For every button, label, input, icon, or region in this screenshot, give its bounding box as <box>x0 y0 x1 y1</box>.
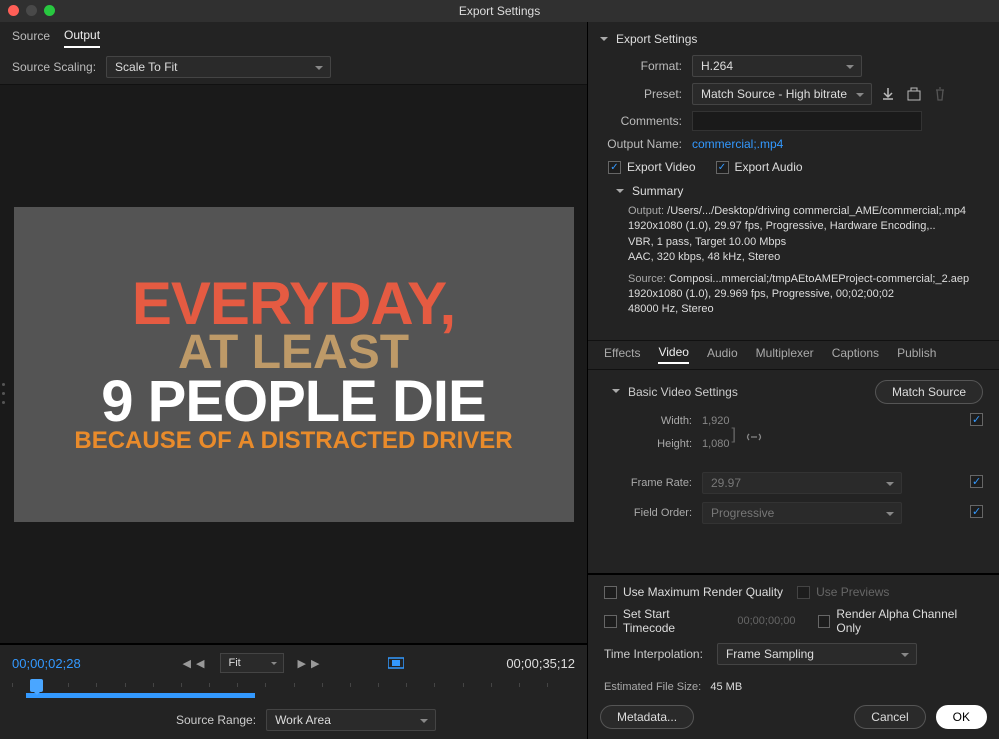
export-video-checkbox[interactable]: Export Video <box>608 160 696 174</box>
window-titlebar: Export Settings <box>0 0 999 22</box>
start-timecode-value: 00;00;00;00 <box>737 615 795 627</box>
preview-text-line3: 9 PEOPLE DIE <box>74 375 512 428</box>
maximize-window-button[interactable] <box>44 5 55 16</box>
source-scaling-dropdown[interactable]: Scale To Fit <box>106 56 331 78</box>
window-controls <box>8 5 55 16</box>
zoom-fit-dropdown[interactable]: Fit <box>220 653 284 673</box>
summary-output-line1: /Users/.../Desktop/driving commercial_AM… <box>667 205 966 217</box>
timeline-panel: 00;00;02;28 ◀ ◀ Fit ▶ ▶ 00;00;35;12 <box>0 643 587 739</box>
video-preview-frame: EVERYDAY, AT LEAST 9 PEOPLE DIE BECAUSE … <box>14 207 574 522</box>
summary-source-label: Source: <box>628 273 666 285</box>
basic-video-settings-label: Basic Video Settings <box>628 385 738 399</box>
aspect-ratio-icon[interactable] <box>388 655 404 671</box>
tab-publish[interactable]: Publish <box>897 346 936 363</box>
source-range-dropdown[interactable]: Work Area <box>266 709 436 731</box>
format-label: Format: <box>600 59 692 73</box>
preview-area: EVERYDAY, AT LEAST 9 PEOPLE DIE BECAUSE … <box>0 85 587 643</box>
tab-audio[interactable]: Audio <box>707 346 738 363</box>
frame-rate-match-checkbox[interactable] <box>970 475 983 491</box>
field-order-dropdown[interactable]: Progressive <box>702 502 902 524</box>
tab-captions[interactable]: Captions <box>832 346 879 363</box>
summary-output-line2: 1920x1080 (1.0), 29.97 fps, Progressive,… <box>628 220 936 232</box>
metadata-button[interactable]: Metadata... <box>600 705 694 729</box>
set-start-timecode-checkbox[interactable]: Set Start Timecode <box>604 607 723 635</box>
output-name-link[interactable]: commercial;.mp4 <box>692 137 783 151</box>
height-label: Height: <box>606 438 702 450</box>
summary-header[interactable]: Summary <box>588 180 999 200</box>
duration-timecode: 00;00;35;12 <box>506 656 575 671</box>
minimize-window-button <box>26 5 37 16</box>
delete-preset-icon <box>932 86 948 102</box>
tab-video[interactable]: Video <box>658 345 688 364</box>
preview-text-line1: EVERYDAY, <box>74 276 512 331</box>
import-preset-icon[interactable] <box>906 86 922 102</box>
playhead[interactable] <box>30 679 43 692</box>
field-order-label: Field Order: <box>606 507 702 519</box>
estimated-file-size-value: 45 MB <box>710 681 742 693</box>
preview-text-line4: BECAUSE OF A DISTRACTED DRIVER <box>74 430 512 452</box>
next-frame-buttons[interactable]: ▶ ▶ <box>298 657 321 670</box>
summary-output-label: Output: <box>628 205 664 217</box>
chevron-down-icon <box>616 189 624 197</box>
chevron-down-icon <box>612 389 620 397</box>
summary-source-line2: 1920x1080 (1.0), 29.969 fps, Progressive… <box>628 288 894 300</box>
comments-input[interactable] <box>692 111 922 131</box>
use-previews-checkbox: Use Previews <box>797 585 889 599</box>
save-preset-icon[interactable] <box>880 86 896 102</box>
source-scaling-label: Source Scaling: <box>12 60 96 74</box>
cancel-button[interactable]: Cancel <box>854 705 925 729</box>
prev-frame-buttons[interactable]: ◀ ◀ <box>183 657 206 670</box>
width-match-checkbox[interactable] <box>970 413 983 429</box>
export-settings-header[interactable]: Export Settings <box>588 22 999 52</box>
match-source-button[interactable]: Match Source <box>875 380 983 404</box>
source-range-label: Source Range: <box>176 713 256 727</box>
tab-source[interactable]: Source <box>12 29 50 47</box>
tab-output[interactable]: Output <box>64 28 100 48</box>
chevron-down-icon <box>600 37 608 45</box>
field-order-match-checkbox[interactable] <box>970 505 983 521</box>
resize-grip[interactable] <box>2 381 10 407</box>
window-title: Export Settings <box>459 4 540 18</box>
summary-source-line1: Composi...mmercial;/tmpAEtoAMEProject-co… <box>669 273 969 285</box>
export-audio-checkbox[interactable]: Export Audio <box>716 160 803 174</box>
timeline-track[interactable] <box>12 683 575 697</box>
render-alpha-checkbox[interactable]: Render Alpha Channel Only <box>818 607 983 635</box>
use-max-quality-checkbox[interactable]: Use Maximum Render Quality <box>604 585 783 599</box>
time-interpolation-dropdown[interactable]: Frame Sampling <box>717 643 917 665</box>
summary-source-line3: 48000 Hz, Stereo <box>628 303 714 315</box>
ok-button[interactable]: OK <box>936 705 987 729</box>
frame-rate-dropdown[interactable]: 29.97 <box>702 472 902 494</box>
current-timecode[interactable]: 00;00;02;28 <box>12 656 81 671</box>
format-dropdown[interactable]: H.264 <box>692 55 862 77</box>
estimated-file-size-label: Estimated File Size: <box>604 681 701 693</box>
link-dimensions-icon[interactable] <box>746 432 762 442</box>
width-label: Width: <box>606 415 702 427</box>
preset-dropdown[interactable]: Match Source - High bitrate <box>692 83 872 105</box>
output-name-label: Output Name: <box>600 137 692 151</box>
work-area-bar[interactable] <box>26 693 255 698</box>
summary-output-line3: VBR, 1 pass, Target 10.00 Mbps <box>628 236 786 248</box>
close-window-button[interactable] <box>8 5 19 16</box>
tab-effects[interactable]: Effects <box>604 346 640 363</box>
frame-rate-label: Frame Rate: <box>606 477 702 489</box>
summary-output-line4: AAC, 320 kbps, 48 kHz, Stereo <box>628 251 780 263</box>
time-interpolation-label: Time Interpolation: <box>604 647 703 661</box>
tab-multiplexer[interactable]: Multiplexer <box>756 346 814 363</box>
preset-label: Preset: <box>600 87 692 101</box>
comments-label: Comments: <box>600 114 692 128</box>
